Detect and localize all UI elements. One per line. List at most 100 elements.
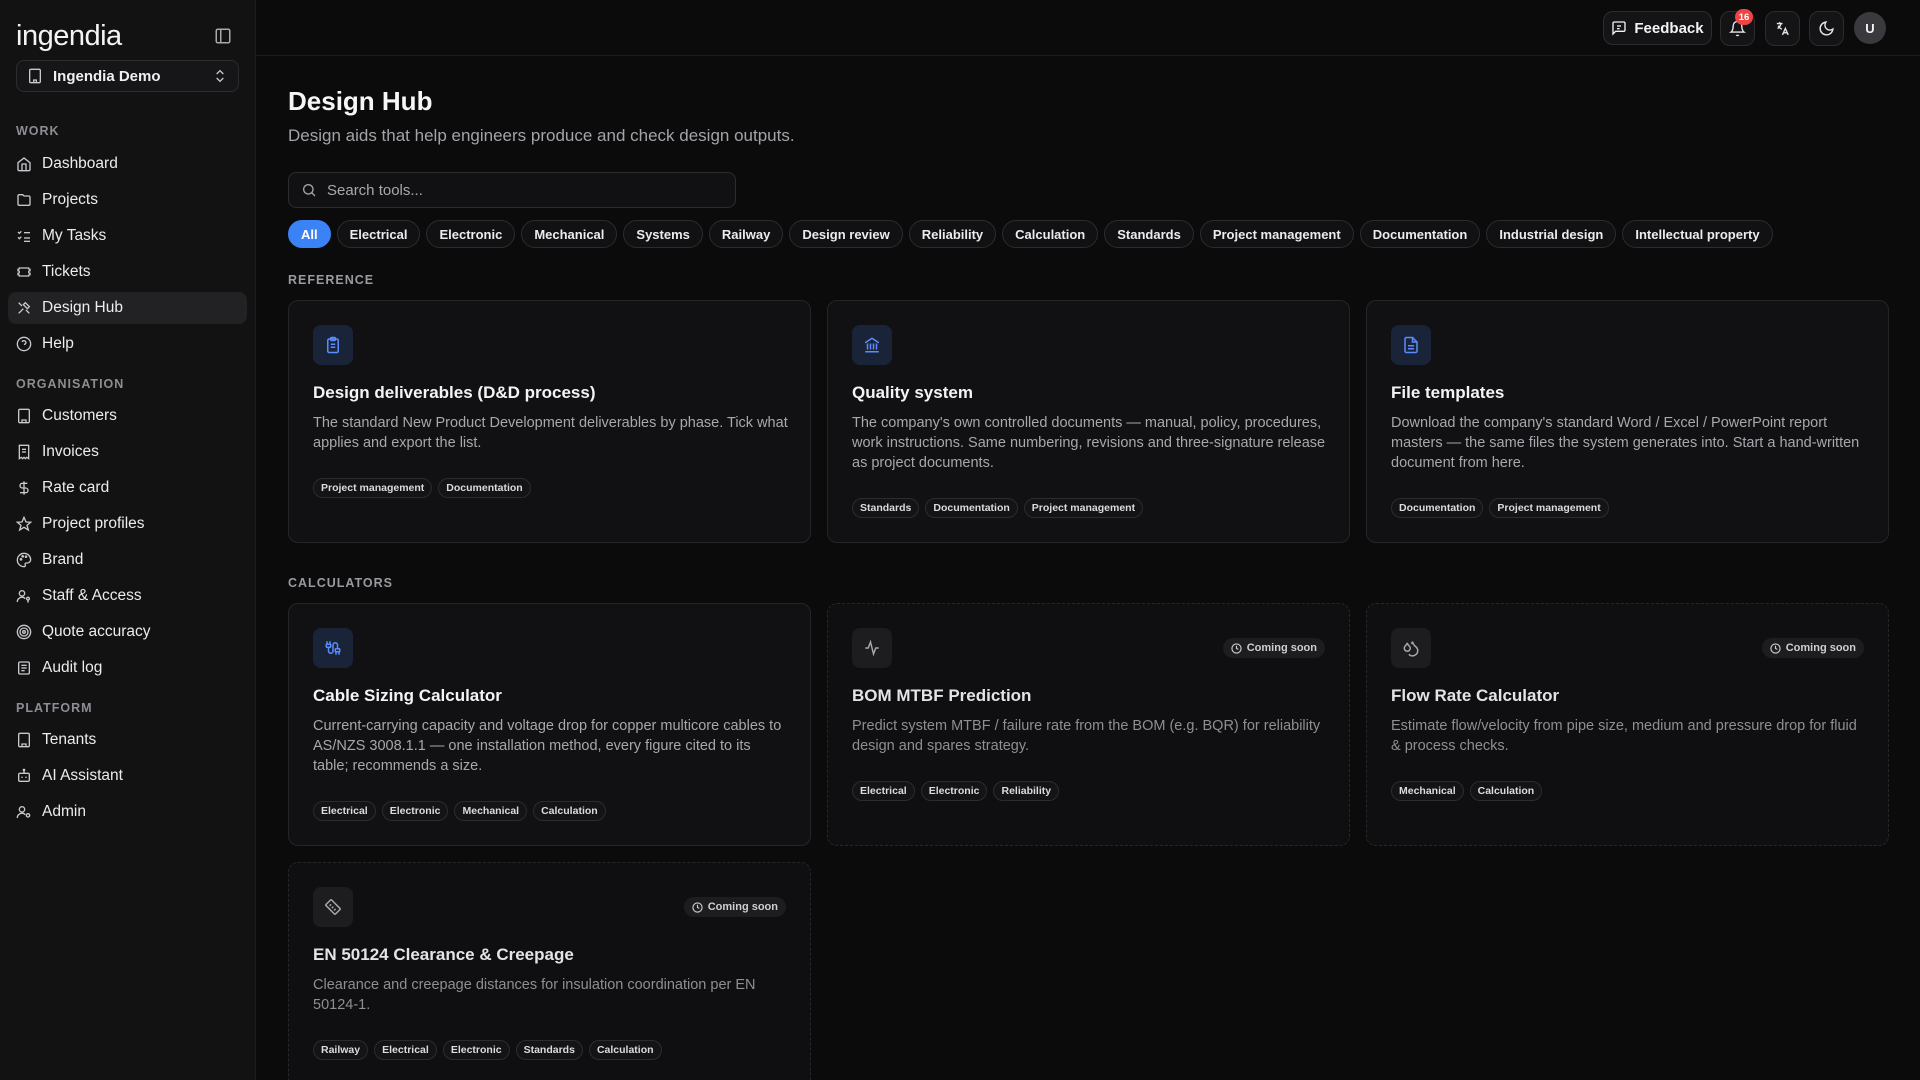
card-description: Predict system MTBF / failure rate from … xyxy=(852,718,1321,754)
sidebar-item-label: Design Hub xyxy=(42,299,123,316)
sidebar-item-label: Quote accuracy xyxy=(42,623,151,640)
user-avatar[interactable]: U xyxy=(1854,12,1886,44)
filter-chip-calculation[interactable]: Calculation xyxy=(1002,220,1099,248)
sidebar-item-label: Admin xyxy=(42,803,86,820)
filter-chip-design-review[interactable]: Design review xyxy=(789,220,903,248)
language-button[interactable] xyxy=(1765,11,1800,46)
sidebar-item-customers[interactable]: Customers xyxy=(8,400,247,432)
tool-card[interactable]: File templates Download the company's st… xyxy=(1366,300,1889,543)
sidebar-item-label: Dashboard xyxy=(42,155,118,172)
user-cog-icon xyxy=(16,804,32,820)
filter-chip-standards[interactable]: Standards xyxy=(1104,220,1194,248)
card-title: Design deliverables (D&D process) xyxy=(313,383,596,402)
sidebar-item-projects[interactable]: Projects xyxy=(8,184,247,216)
sidebar-item-invoices[interactable]: Invoices xyxy=(8,436,247,468)
tool-card[interactable]: Cable Sizing Calculator Current-carrying… xyxy=(288,603,811,846)
clock-icon xyxy=(692,901,703,913)
sidebar-item-dashboard[interactable]: Dashboard xyxy=(8,148,247,180)
filter-chip-railway[interactable]: Railway xyxy=(708,220,784,248)
star-icon xyxy=(16,516,32,532)
filter-chip-electrical[interactable]: Electrical xyxy=(336,220,421,248)
card-title: Quality system xyxy=(852,383,973,402)
filter-chip-mechanical[interactable]: Mechanical xyxy=(521,220,618,248)
sidebar-item-brand[interactable]: Brand xyxy=(8,544,247,576)
tag: Electrical xyxy=(374,1040,437,1060)
activity-icon xyxy=(852,628,892,668)
card-tags: Mechanical Calculation xyxy=(1391,781,1543,801)
filter-chip-industrial-design[interactable]: Industrial design xyxy=(1486,220,1617,248)
sidebar-item-label: Rate card xyxy=(42,479,110,496)
sidebar-item-ai-assistant[interactable]: AI Assistant xyxy=(8,760,247,792)
list-checks-icon xyxy=(16,228,32,244)
sidebar-item-audit-log[interactable]: Audit log xyxy=(8,652,247,684)
card-description: The company's own controlled documents —… xyxy=(852,415,1326,471)
sidebar-item-label: Staff & Access xyxy=(42,587,142,604)
clipboard-icon xyxy=(313,325,353,365)
sidebar-item-rate-card[interactable]: Rate card xyxy=(8,472,247,504)
search-box xyxy=(288,172,736,208)
tag: Electrical xyxy=(852,781,915,801)
sidebar-item-admin[interactable]: Admin xyxy=(8,796,247,828)
card-title: Cable Sizing Calculator xyxy=(313,686,502,705)
receipt-icon xyxy=(16,444,32,460)
search-icon xyxy=(301,182,317,198)
tool-card[interactable]: Coming soon EN 50124 Clearance & Creepag… xyxy=(288,862,811,1080)
ticket-icon xyxy=(16,264,32,280)
tool-card[interactable]: Quality system The company's own control… xyxy=(827,300,1350,543)
filter-chip-reliability[interactable]: Reliability xyxy=(908,220,997,248)
coming-soon-badge: Coming soon xyxy=(683,897,786,917)
sidebar-item-tickets[interactable]: Tickets xyxy=(8,256,247,288)
tag: Calculation xyxy=(533,801,606,821)
sidebar-item-design-hub[interactable]: Design Hub xyxy=(8,292,247,324)
tag: Mechanical xyxy=(1391,781,1464,801)
tools-icon xyxy=(16,300,32,316)
coming-soon-label: Coming soon xyxy=(1785,642,1856,654)
clock-icon xyxy=(1770,642,1781,654)
tool-card[interactable]: Coming soon BOM MTBF Prediction Predict … xyxy=(827,603,1350,846)
sidebar-item-project-profiles[interactable]: Project profiles xyxy=(8,508,247,540)
sidebar-item-label: Tenants xyxy=(42,731,97,748)
sidebar-item-quote-accuracy[interactable]: Quote accuracy xyxy=(8,616,247,648)
sidebar-item-tenants[interactable]: Tenants xyxy=(8,724,247,756)
target-icon xyxy=(16,624,32,640)
sidebar-item-label: Tickets xyxy=(42,263,91,280)
nav-section-work: WORK xyxy=(16,124,60,138)
sidebar-item-label: My Tasks xyxy=(42,227,107,244)
file-text-icon xyxy=(1391,325,1431,365)
tag: Documentation xyxy=(438,478,531,498)
feedback-button[interactable]: Feedback xyxy=(1603,11,1712,45)
theme-toggle-button[interactable] xyxy=(1809,11,1844,46)
sidebar-item-my-tasks[interactable]: My Tasks xyxy=(8,220,247,252)
folder-icon xyxy=(16,192,32,208)
sidebar-toggle-icon[interactable] xyxy=(214,27,234,47)
tag: Electronic xyxy=(442,1040,510,1060)
coming-soon-label: Coming soon xyxy=(707,901,778,913)
tool-card[interactable]: Coming soon Flow Rate Calculator Estimat… xyxy=(1366,603,1889,846)
search-input[interactable] xyxy=(327,181,723,199)
log-icon xyxy=(16,660,32,676)
tool-card[interactable]: Design deliverables (D&D process) The st… xyxy=(288,300,811,543)
workspace-switcher[interactable]: Ingendia Demo xyxy=(16,60,239,92)
cable-icon xyxy=(313,628,353,668)
translate-icon xyxy=(1774,20,1791,37)
card-description: Download the company's standard Word / E… xyxy=(1391,415,1860,471)
app-logo[interactable]: ingendia xyxy=(16,20,122,54)
filter-chip-project-management[interactable]: Project management xyxy=(1199,220,1354,248)
filter-chip-all[interactable]: All xyxy=(288,220,331,248)
card-description: Current-carrying capacity and voltage dr… xyxy=(313,718,782,774)
filter-chip-electronic[interactable]: Electronic xyxy=(426,220,516,248)
tag: Mechanical xyxy=(454,801,528,821)
sidebar-item-label: Help xyxy=(42,335,74,352)
filter-chip-systems[interactable]: Systems xyxy=(623,220,703,248)
sidebar-item-label: Customers xyxy=(42,407,117,424)
tag: Documentation xyxy=(925,498,1018,518)
coming-soon-badge: Coming soon xyxy=(1222,638,1325,658)
section-label-reference: REFERENCE xyxy=(288,273,375,287)
sidebar-item-label: Audit log xyxy=(42,659,103,676)
filter-chip-documentation[interactable]: Documentation xyxy=(1359,220,1481,248)
sidebar-item-help[interactable]: Help xyxy=(8,328,247,360)
filter-chip-intellectual-property[interactable]: Intellectual property xyxy=(1622,220,1773,248)
sidebar-item-label: Projects xyxy=(42,191,98,208)
chevrons-up-down-icon xyxy=(212,68,228,84)
sidebar-item-staff-access[interactable]: Staff & Access xyxy=(8,580,247,612)
